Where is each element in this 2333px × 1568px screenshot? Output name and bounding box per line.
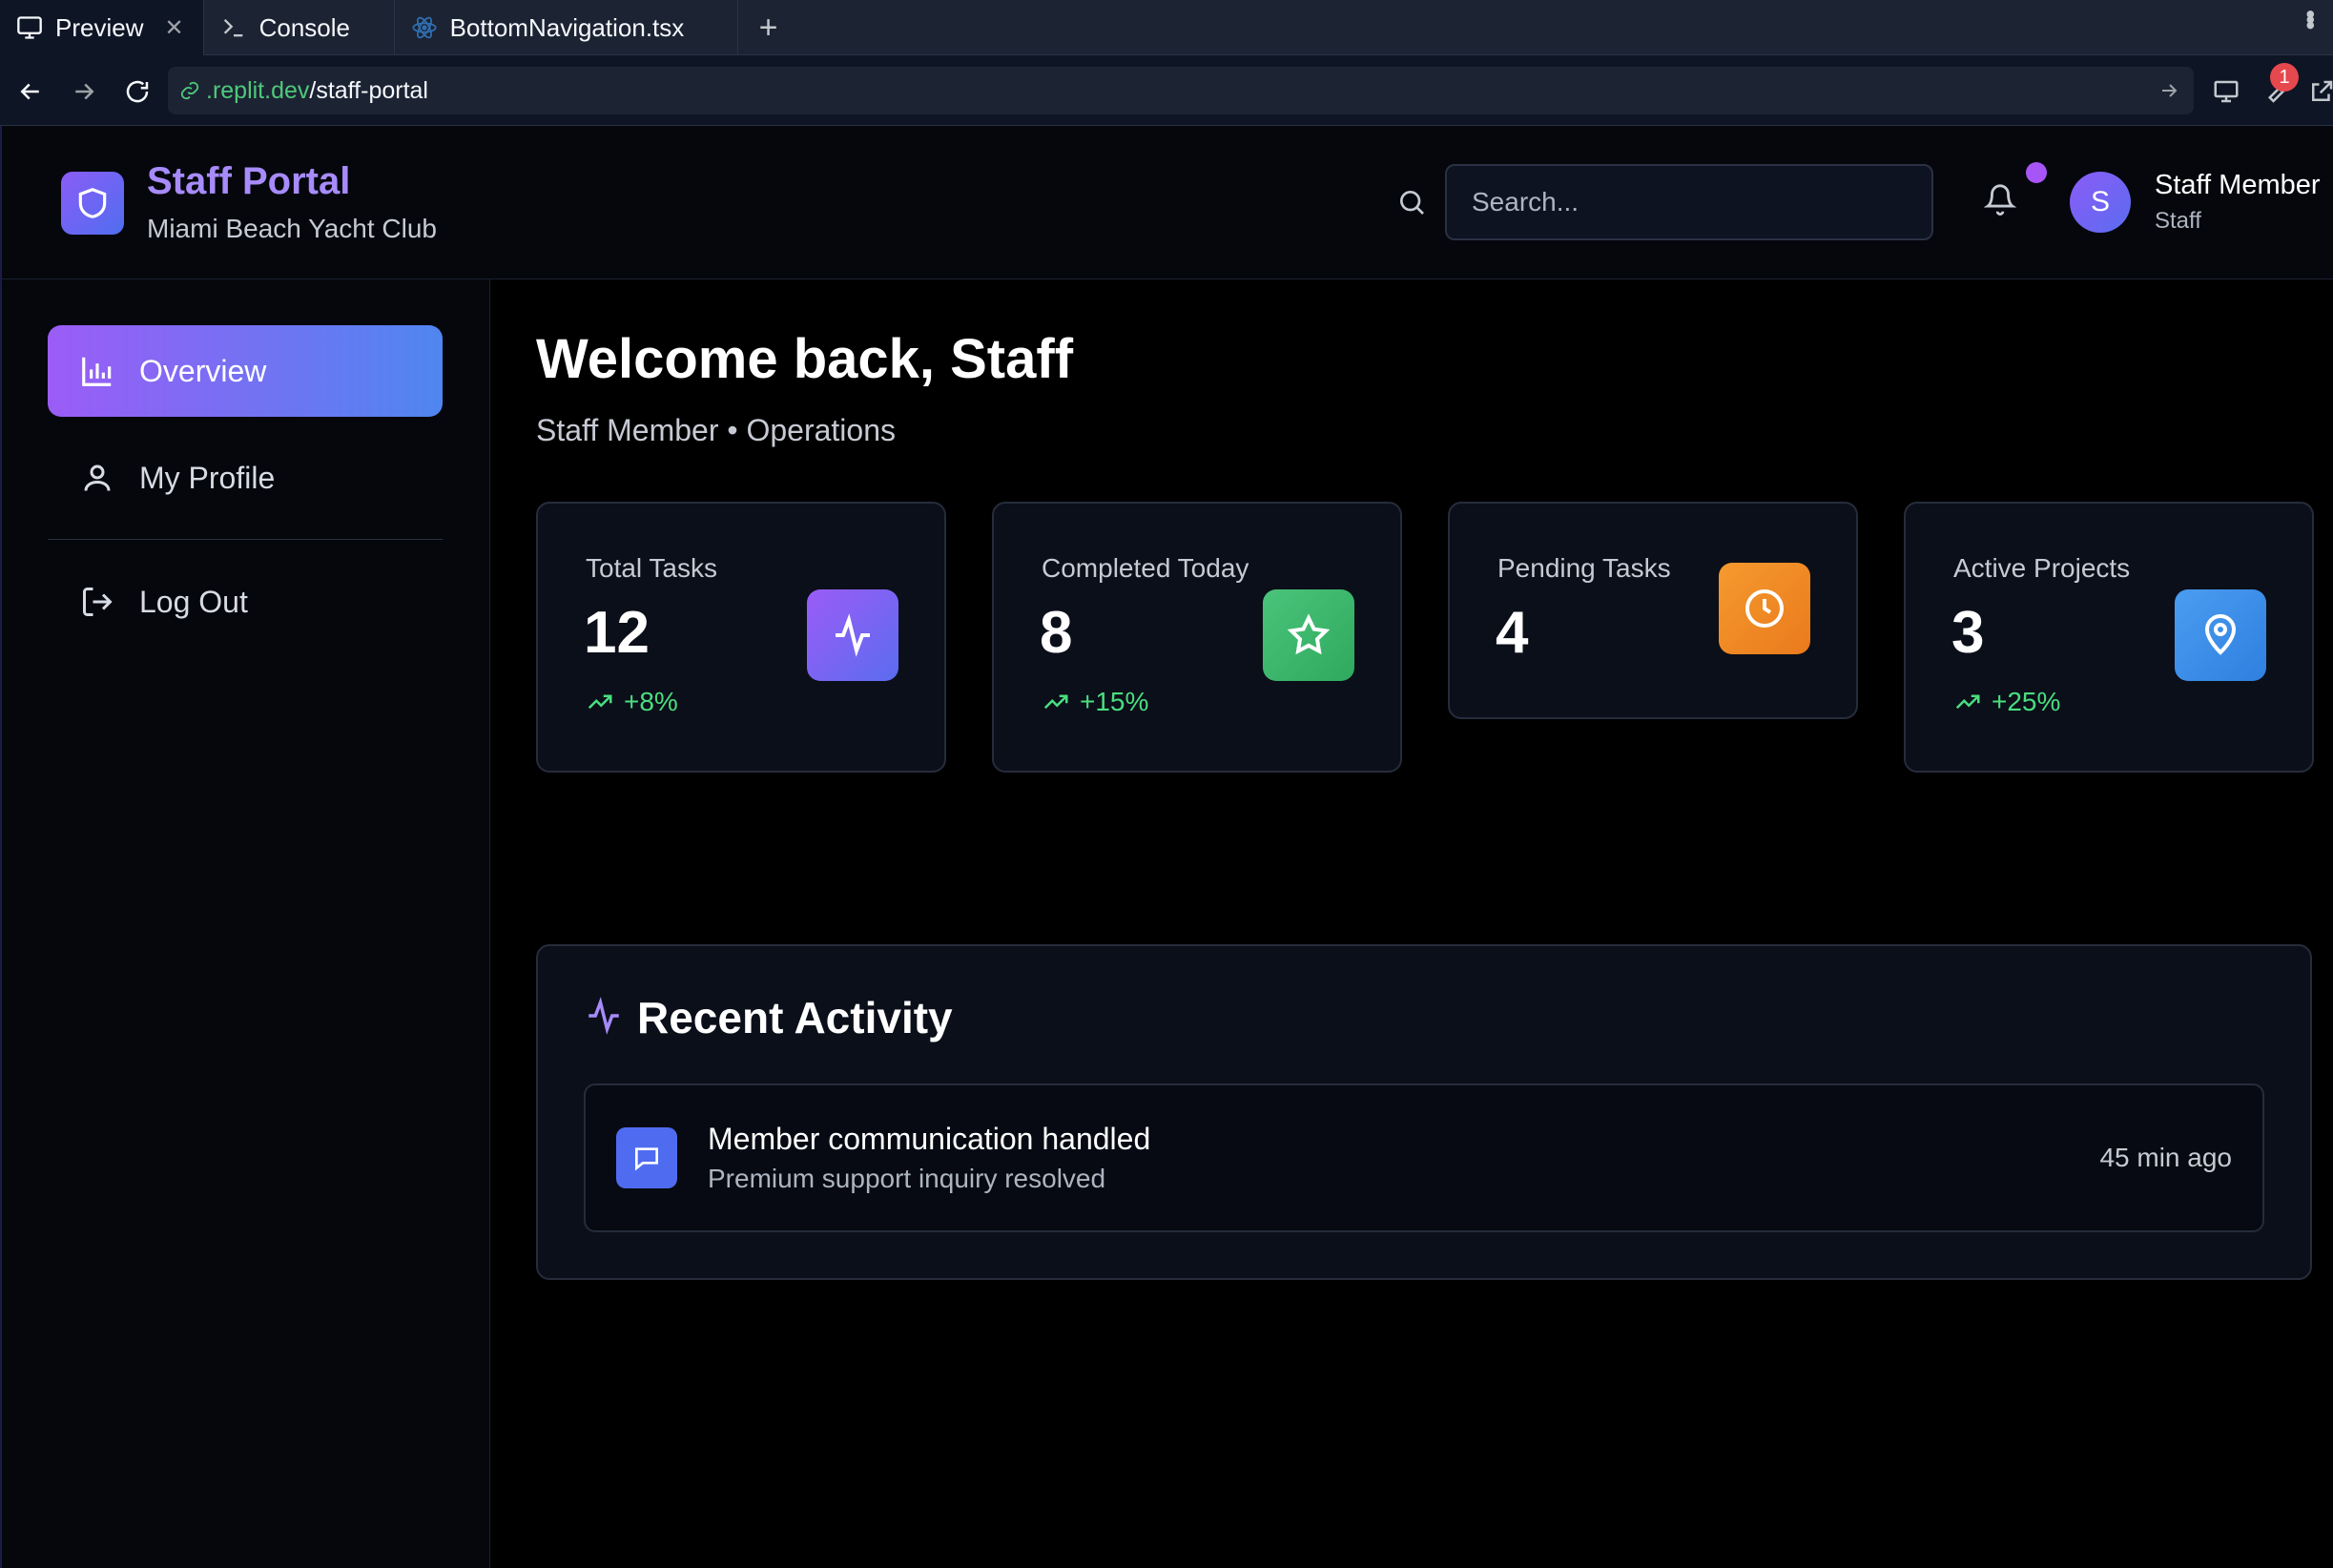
logout-icon: [78, 583, 116, 621]
new-tab-button[interactable]: +: [738, 0, 799, 55]
sidebar: Overview My Profile Log Out: [2, 279, 490, 1568]
map-pin-icon: [2175, 589, 2266, 681]
search-icon: [1396, 187, 1431, 221]
tab-preview[interactable]: Preview ✕: [0, 0, 204, 55]
clock-icon: [1719, 563, 1810, 654]
sidebar-item-label: Overview: [139, 353, 267, 388]
trending-up-icon: [588, 694, 612, 710]
terminal-icon: [219, 13, 248, 42]
devices-icon[interactable]: [2207, 72, 2245, 111]
browser-tab-bar: Preview ✕ Console BottomNavigation.tsx +…: [0, 0, 2333, 55]
stat-trend: +8%: [586, 687, 678, 717]
close-icon[interactable]: ✕: [164, 14, 183, 42]
bell-icon[interactable]: [1983, 183, 2022, 221]
activity-time: 45 min ago: [2099, 1143, 2232, 1172]
devtools-count-badge: 1: [2270, 63, 2299, 92]
back-button[interactable]: [11, 72, 50, 111]
trending-up-icon: [1043, 694, 1068, 710]
activity-icon: [807, 589, 898, 681]
app-header: Staff Portal Miami Beach Yacht Club S St…: [2, 126, 2333, 279]
stat-label: Pending Tasks: [1497, 553, 1671, 583]
avatar[interactable]: S: [2070, 172, 2131, 233]
notification-dot: [2026, 162, 2047, 183]
brand-title: Staff Portal: [147, 160, 351, 202]
stat-card-completed-today: Completed Today 8 +15%: [992, 502, 1402, 773]
reload-button[interactable]: [118, 72, 156, 111]
page-subtitle: Staff Member • Operations: [536, 413, 896, 447]
stat-trend: +15%: [1042, 687, 1148, 717]
section-title: Recent Activity: [637, 993, 953, 1042]
activity-icon: [584, 996, 624, 1036]
sidebar-item-overview[interactable]: Overview: [48, 325, 443, 417]
stat-card-active-projects: Active Projects 3 +25%: [1904, 502, 2314, 773]
stat-value: 4: [1496, 600, 1529, 666]
staff-portal-app: Staff Portal Miami Beach Yacht Club S St…: [0, 126, 2333, 1568]
more-options-icon[interactable]: •••: [2295, 10, 2325, 26]
sidebar-divider: [48, 539, 443, 540]
stat-value: 12: [584, 600, 650, 666]
user-role: Staff: [2155, 208, 2201, 234]
stat-label: Active Projects: [1953, 553, 2131, 583]
stat-trend: +25%: [1953, 687, 2060, 717]
activity-item[interactable]: Member communication handled Premium sup…: [584, 1083, 2264, 1232]
trending-up-icon: [1955, 694, 1980, 710]
address-field[interactable]: .replit.dev/staff-portal: [168, 67, 2194, 114]
tab-label: BottomNavigation.tsx: [449, 12, 685, 42]
user-name: Staff Member: [2155, 170, 2321, 200]
stat-card-pending-tasks: Pending Tasks 4: [1448, 502, 1858, 719]
stat-trend-value: +8%: [624, 687, 678, 716]
stat-label: Completed Today: [1042, 553, 1249, 583]
brand-subtitle: Miami Beach Yacht Club: [147, 214, 437, 243]
page-title: Welcome back, Staff: [536, 328, 1074, 390]
link-icon: [179, 80, 200, 101]
bar-chart-icon: [78, 352, 116, 390]
stat-card-total-tasks: Total Tasks 12 +8%: [536, 502, 946, 773]
url-path: /staff-portal: [309, 76, 428, 104]
sidebar-item-log-out[interactable]: Log Out: [48, 556, 443, 648]
tab-bottom-navigation[interactable]: BottomNavigation.tsx: [395, 0, 738, 55]
activity-subtitle: Premium support inquiry resolved: [708, 1164, 1106, 1193]
stat-value: 8: [1040, 600, 1073, 666]
activity-title: Member communication handled: [708, 1122, 1151, 1156]
url-host: .replit.dev: [206, 76, 310, 104]
recent-activity-panel: Recent Activity Member communication han…: [536, 944, 2312, 1280]
star-icon: [1263, 589, 1354, 681]
go-arrow-icon[interactable]: [2158, 79, 2180, 109]
message-icon: [616, 1127, 677, 1188]
tab-console[interactable]: Console: [204, 0, 395, 55]
browser-url-bar: .replit.dev/staff-portal: [0, 55, 2333, 126]
sidebar-item-my-profile[interactable]: My Profile: [48, 432, 443, 524]
react-icon: [410, 13, 439, 42]
search-input[interactable]: [1445, 164, 1933, 240]
stat-trend-value: +25%: [1992, 687, 2061, 716]
tab-label: Console: [258, 12, 350, 42]
tab-label: Preview: [55, 12, 144, 42]
user-icon: [78, 459, 116, 497]
stat-value: 3: [1951, 600, 1985, 666]
main-content: Welcome back, Staff Staff Member • Opera…: [490, 279, 2333, 1568]
sidebar-item-label: My Profile: [139, 460, 276, 495]
monitor-icon: [15, 13, 44, 42]
stat-trend-value: +15%: [1080, 687, 1149, 716]
stat-label: Total Tasks: [586, 553, 717, 583]
open-external-icon[interactable]: [2302, 72, 2333, 111]
shield-logo-icon: [61, 172, 124, 235]
sidebar-item-label: Log Out: [139, 584, 248, 619]
forward-button[interactable]: [65, 72, 103, 111]
